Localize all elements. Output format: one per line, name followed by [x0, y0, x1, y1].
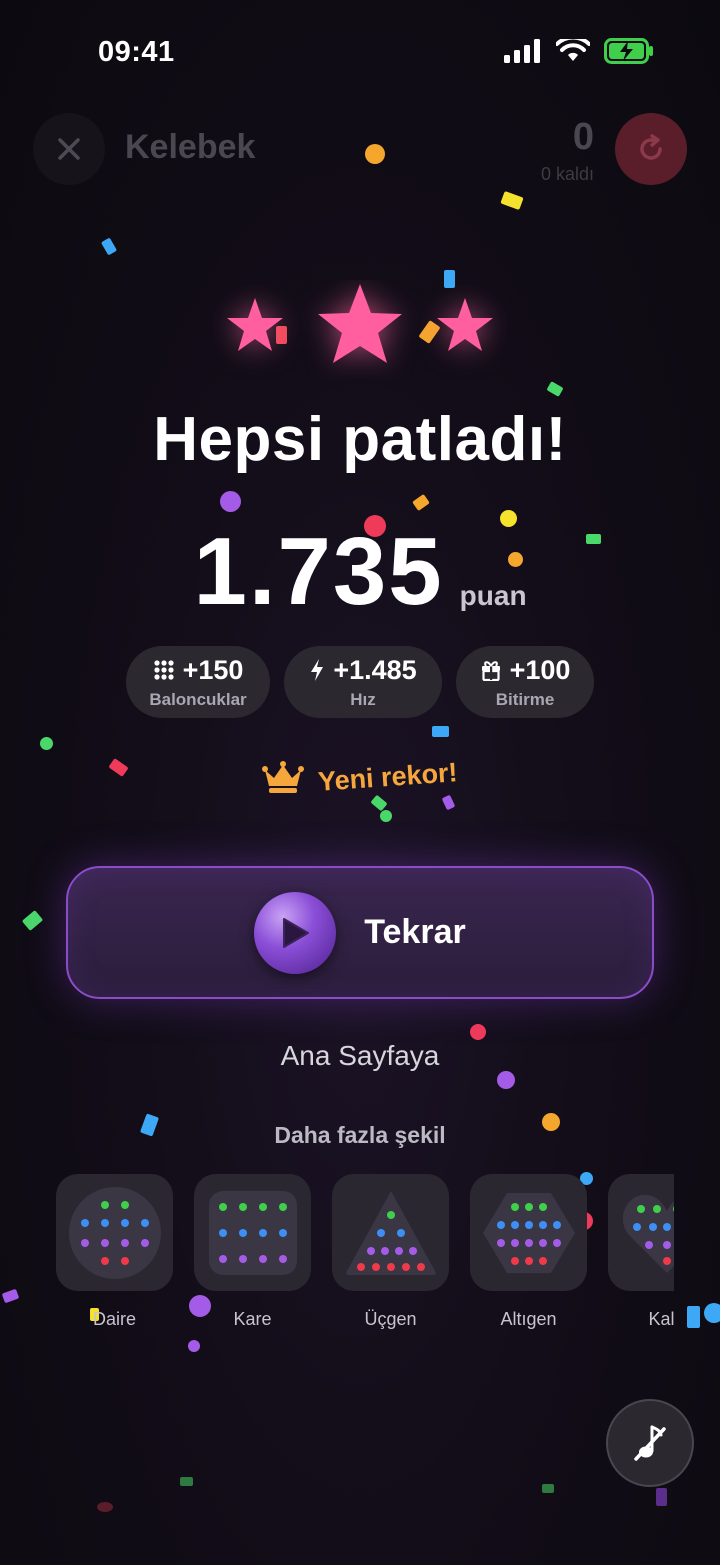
heart-shape-icon [622, 1194, 674, 1273]
shape-item-hexagon[interactable]: Altıgen [470, 1174, 587, 1334]
status-icons [504, 38, 654, 64]
signal-icon [504, 39, 540, 63]
circle-shape-icon [68, 1186, 161, 1279]
score-unit: puan [459, 580, 527, 611]
restart-button[interactable] [615, 113, 687, 185]
star-rating [227, 284, 493, 363]
bonus-pill-bubbles: +150 Baloncuklar [126, 646, 270, 718]
bonus-label: Bitirme [495, 689, 555, 709]
bonus-label: Hız [350, 689, 376, 709]
shape-card[interactable] [332, 1174, 449, 1291]
home-link[interactable]: Ana Sayfaya [0, 1040, 720, 1072]
remaining-label: 0 kaldı [540, 164, 594, 184]
score: 1.735 puan [0, 522, 720, 622]
shape-label: Kalp [648, 1309, 674, 1329]
bonus-value: +150 [182, 654, 244, 685]
shape-card[interactable] [56, 1174, 173, 1291]
replay-label: Tekrar [364, 913, 466, 951]
shape-label: Üçgen [364, 1309, 417, 1329]
replay-button[interactable]: Tekrar [66, 866, 654, 999]
shapes-carousel[interactable]: Daire Kare Üçgen Altıgen Kal [56, 1174, 674, 1334]
remaining-count: 0 [572, 116, 594, 158]
shape-card[interactable] [608, 1174, 674, 1291]
play-icon [254, 891, 337, 974]
score-value: 1.735 [193, 518, 444, 625]
close-button[interactable] [33, 113, 105, 185]
mute-music-button[interactable] [606, 1399, 694, 1487]
shape-item-circle[interactable]: Daire [56, 1174, 173, 1334]
result-headline: Hepsi patladı! [153, 405, 567, 474]
shape-card[interactable] [470, 1174, 587, 1291]
star-icon [437, 298, 493, 351]
shape-item-heart[interactable]: Kalp [608, 1174, 674, 1334]
wifi-icon [556, 39, 590, 61]
star-icon [318, 284, 402, 363]
bonus-pill-finish: +100 Bitirme [456, 646, 594, 718]
bonus-pill-speed: +1.485 Hız [284, 646, 442, 718]
hexagon-shape-icon [482, 1192, 575, 1273]
grid-icon [153, 660, 174, 680]
star-icon [227, 298, 283, 351]
bonus-value: +100 [509, 654, 571, 685]
bonus-breakdown: +150 Baloncuklar +1.485 Hız +100 Bitirme [0, 646, 720, 718]
bonus-label: Baloncuklar [149, 689, 247, 709]
bolt-icon [311, 659, 324, 681]
gift-icon [481, 661, 500, 681]
shape-label: Daire [92, 1309, 136, 1329]
level-title: Kelebek [125, 128, 256, 166]
battery-icon [604, 38, 653, 64]
status-time: 09:41 [98, 36, 175, 68]
shape-card[interactable] [194, 1174, 311, 1291]
close-icon [58, 138, 80, 160]
shape-label: Altıgen [500, 1309, 557, 1329]
new-record: Yeni rekor! [0, 757, 720, 796]
more-shapes-title: Daha fazla şekil [274, 1122, 446, 1148]
crown-icon [262, 761, 305, 793]
square-shape-icon [208, 1190, 297, 1275]
shape-item-triangle[interactable]: Üçgen [332, 1174, 449, 1334]
shape-label: Kare [233, 1309, 272, 1329]
restart-icon [640, 134, 662, 160]
shape-item-square[interactable]: Kare [194, 1174, 311, 1334]
new-record-text: Yeni rekor! [317, 756, 459, 797]
triangle-shape-icon [345, 1190, 436, 1275]
music-off-icon [634, 1425, 666, 1461]
bonus-value: +1.485 [333, 654, 417, 685]
